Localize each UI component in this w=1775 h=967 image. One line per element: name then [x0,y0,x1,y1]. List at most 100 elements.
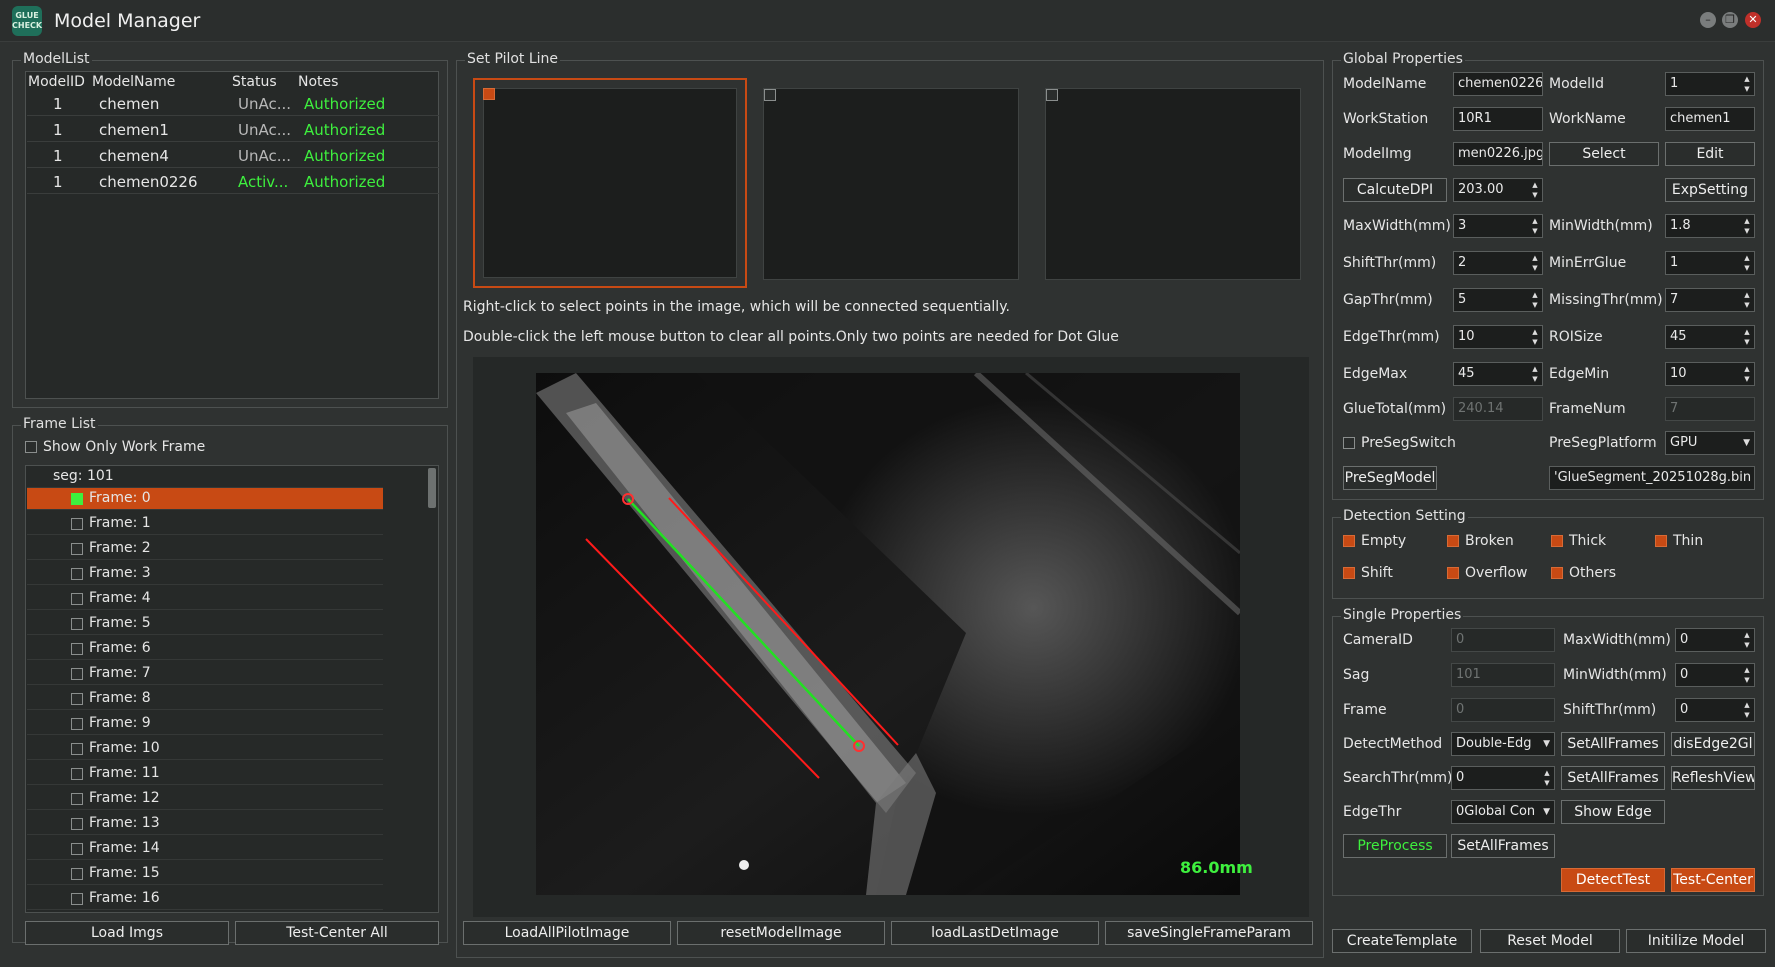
close-icon[interactable]: ✕ [1745,12,1761,28]
preseg-switch-checkbox[interactable] [1343,437,1355,449]
frame-checkbox[interactable] [71,643,83,655]
modelid-spinbox[interactable]: 1 ▲ ▼ [1665,72,1755,96]
modelname-input[interactable]: chemen0226 [1453,72,1543,96]
list-item[interactable]: Frame: 11 [27,763,383,785]
restore-icon[interactable]: ❐ [1722,12,1738,28]
frame-checkbox[interactable] [71,493,83,505]
calculate-dpi-button[interactable]: CalcuteDPI [1343,178,1447,202]
glue-image-icon[interactable] [536,373,1240,895]
list-item[interactable]: Frame: 6 [27,638,383,660]
frame-checkbox[interactable] [71,843,83,855]
missingthr-spinbox[interactable]: 7 ▲ ▼ [1665,288,1755,312]
list-item[interactable]: Frame: 4 [27,588,383,610]
list-item[interactable]: Frame: 8 [27,688,383,710]
show-only-work-frame-checkbox[interactable] [25,441,37,453]
frame-checkbox[interactable] [71,518,83,530]
select-image-button[interactable]: Select [1549,142,1659,166]
detect-method-select[interactable]: Double-Edg ▼ [1451,732,1555,756]
test-center-all-button[interactable]: Test-Center All [235,921,439,945]
list-item[interactable]: Frame: 14 [27,838,383,860]
frame-checkbox[interactable] [71,568,83,580]
set-all-frames-button[interactable]: SetAllFrames [1561,732,1665,756]
workstation-input[interactable]: 10R1 [1453,107,1543,131]
thumbnail-2-checkbox[interactable] [764,89,776,101]
col-header-notes[interactable]: Notes [298,74,338,90]
edgethr-select[interactable]: 0Global Con ▼ [1451,800,1555,824]
load-imgs-button[interactable]: Load Imgs [25,921,229,945]
shiftthr-spinbox[interactable]: 2 ▲ ▼ [1453,251,1543,275]
frame-checkbox[interactable] [71,818,83,830]
minerrglue-spinbox[interactable]: 1 ▲ ▼ [1665,251,1755,275]
thumbnail-1-selected[interactable] [473,78,747,288]
preseg-model-file-input[interactable]: 'GlueSegment_20251028g.bin [1549,466,1755,490]
frame-checkbox[interactable] [71,868,83,880]
list-item[interactable]: Frame: 7 [27,663,383,685]
single-minwidth-spinbox[interactable]: 0 ▲ ▼ [1675,663,1755,687]
list-item[interactable]: Frame: 1 [27,513,383,535]
list-item[interactable]: Frame: 12 [27,788,383,810]
test-center-button[interactable]: Test-Center [1671,868,1755,892]
maxwidth-spinbox[interactable]: 3 ▲ ▼ [1453,214,1543,238]
frame-checkbox[interactable] [71,768,83,780]
detect-shift-checkbox[interactable] [1343,567,1355,579]
frame-checkbox[interactable] [71,693,83,705]
table-row[interactable]: 1 chemen4 UnAc... Authorized [27,146,439,168]
exp-setting-button[interactable]: ExpSetting [1665,178,1755,202]
frame-checkbox[interactable] [71,718,83,730]
single-shiftthr-spinbox[interactable]: 0 ▲ ▼ [1675,698,1755,722]
initialize-model-button[interactable]: Initilize Model [1626,929,1766,953]
frame-checkbox[interactable] [71,543,83,555]
detect-others-checkbox[interactable] [1551,567,1563,579]
load-last-det-image-button[interactable]: loadLastDetImage [891,921,1099,945]
list-item[interactable]: Frame: 3 [27,563,383,585]
frame-checkbox[interactable] [71,668,83,680]
col-header-status[interactable]: Status [232,74,277,90]
thumbnail-3[interactable] [1045,88,1301,280]
modelimg-input[interactable]: men0226.jpg [1453,142,1543,166]
workname-input[interactable]: chemen1 [1665,107,1755,131]
table-row[interactable]: 1 chemen1 UnAc... Authorized [27,120,439,142]
set-all-frames-button[interactable]: SetAllFrames [1561,766,1665,790]
dis-edge-button[interactable]: disEdge2Gl [1671,732,1755,756]
list-item[interactable]: Frame: 16 [27,888,383,910]
edgemin-spinbox[interactable]: 10 ▲ ▼ [1665,362,1755,386]
col-header-modelid[interactable]: ModelID [28,74,85,90]
model-table[interactable]: ModelID ModelName Status Notes 1 chemen … [25,71,439,399]
detect-thick-checkbox[interactable] [1551,535,1563,547]
frame-checkbox[interactable] [71,893,83,905]
detect-thin-checkbox[interactable] [1655,535,1667,547]
reset-model-button[interactable]: Reset Model [1480,929,1620,953]
load-all-pilot-image-button[interactable]: LoadAllPilotImage [463,921,671,945]
frame-checkbox[interactable] [71,793,83,805]
roisize-spinbox[interactable]: 45 ▲ ▼ [1665,325,1755,349]
preseg-platform-select[interactable]: GPU ▼ [1665,431,1755,455]
list-item[interactable]: Frame: 9 [27,713,383,735]
set-all-frames-button[interactable]: SetAllFrames [1451,834,1555,858]
list-item[interactable]: Frame: 2 [27,538,383,560]
detect-overflow-checkbox[interactable] [1447,567,1459,579]
list-item[interactable]: Frame: 13 [27,813,383,835]
gapthr-spinbox[interactable]: 5 ▲ ▼ [1453,288,1543,312]
reset-model-image-button[interactable]: resetModelImage [677,921,885,945]
list-item[interactable]: Frame: 0 [27,488,383,510]
preseg-model-button[interactable]: PreSegModel [1343,466,1437,490]
save-single-frame-param-button[interactable]: saveSingleFrameParam [1105,921,1313,945]
detect-test-button[interactable]: DetectTest [1561,868,1665,892]
frame-list-scrollbar[interactable] [428,468,436,508]
image-canvas[interactable]: 86.0mm [473,357,1309,917]
frame-tree[interactable]: seg: 101 Frame: 0 Frame: 1 Frame: 2 Frame: … [25,465,439,913]
list-item[interactable]: Frame: 5 [27,613,383,635]
refresh-view-button[interactable]: RefleshView [1671,766,1755,790]
create-template-button[interactable]: CreateTemplate [1332,929,1472,953]
dpi-spinbox[interactable]: 203.00 ▲ ▼ [1453,178,1543,202]
thumbnail-3-checkbox[interactable] [1046,89,1058,101]
minwidth-spinbox[interactable]: 1.8 ▲ ▼ [1665,214,1755,238]
show-edge-button[interactable]: Show Edge [1561,800,1665,824]
table-row[interactable]: 1 chemen0226 Activ... Authorized [27,172,439,194]
seg-node[interactable]: seg: 101 [27,466,383,488]
search-thr-spinbox[interactable]: 0 ▲ ▼ [1451,766,1555,790]
edit-image-button[interactable]: Edit [1665,142,1755,166]
frame-checkbox[interactable] [71,618,83,630]
table-row[interactable]: 1 chemen UnAc... Authorized [27,94,439,116]
detect-empty-checkbox[interactable] [1343,535,1355,547]
